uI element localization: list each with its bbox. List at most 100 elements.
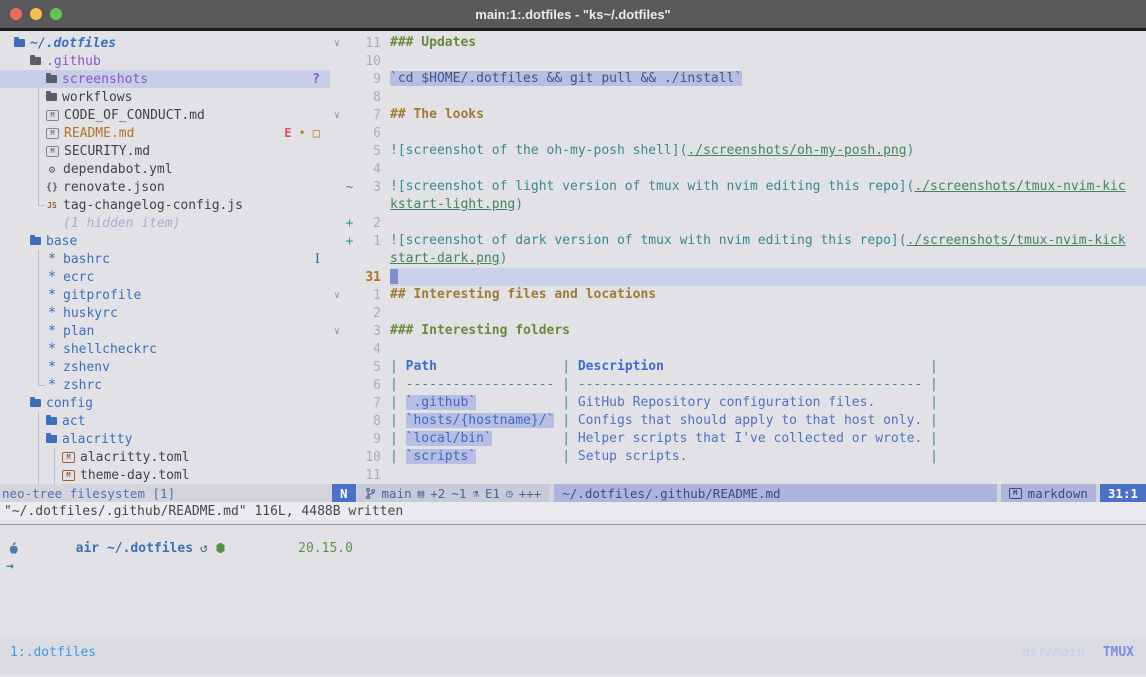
markdown-file-icon: M xyxy=(46,146,59,157)
tree-item-base[interactable]: base xyxy=(0,232,330,250)
editor-line[interactable]: 8 xyxy=(330,88,1146,106)
tree-item-label: zshrc xyxy=(63,378,102,393)
tree-item-config[interactable]: config xyxy=(0,394,330,412)
tree-item-ecrc[interactable]: *ecrc xyxy=(0,268,330,286)
tree-item-zshenv[interactable]: *zshenv xyxy=(0,358,330,376)
text-segment: | xyxy=(554,431,577,446)
editor-line[interactable]: 2 xyxy=(330,304,1146,322)
editor-line[interactable]: 4 xyxy=(330,160,1146,178)
editor-line[interactable]: kstart-light.png) xyxy=(330,196,1146,214)
editor-line[interactable]: ∨11### Updates xyxy=(330,34,1146,52)
fold-chevron-icon[interactable]: ∨ xyxy=(330,110,344,121)
tree-item-label: plan xyxy=(63,324,94,339)
shell-input-line[interactable]: → xyxy=(6,557,1146,575)
editor-line[interactable]: ∨1## Interesting files and locations xyxy=(330,286,1146,304)
statusline-neotree-label: neo-tree filesystem [1] xyxy=(0,484,332,502)
titlebar[interactable]: main:1:.dotfiles - "ks~/.dotfiles" xyxy=(0,0,1146,31)
gitsign-column: + xyxy=(344,216,355,231)
shell-pane[interactable]: air ~/.dotfiles ↺ 20.15.0 → xyxy=(0,525,1146,637)
tmux-window-label[interactable]: 1:.dotfiles xyxy=(10,645,96,660)
tree-item-plan[interactable]: *plan xyxy=(0,322,330,340)
node-version: 20.15.0 xyxy=(215,512,353,584)
line-number: 11 xyxy=(355,468,381,483)
tree-item-readme-md[interactable]: MREADME.mdE•□ xyxy=(0,124,330,142)
folder-icon xyxy=(46,93,57,101)
editor-line[interactable]: ∨7## The looks xyxy=(330,106,1146,124)
tree-item-alacritty[interactable]: alacritty xyxy=(0,430,330,448)
editor-line[interactable]: 7| `.github` | GitHub Repository configu… xyxy=(330,394,1146,412)
square-marker-icon: □ xyxy=(313,126,320,140)
tree-item-alacritty-toml[interactable]: Malacritty.toml xyxy=(0,448,330,466)
line-text: ![screenshot of light version of tmux wi… xyxy=(390,178,1146,196)
tree-item-label: renovate.json xyxy=(63,180,165,195)
editor-line[interactable]: +1![screenshot of dark version of tmux w… xyxy=(330,232,1146,250)
tree-item-gitprofile[interactable]: *gitprofile xyxy=(0,286,330,304)
editor-line[interactable]: ~3![screenshot of light version of tmux … xyxy=(330,178,1146,196)
toml-file-icon: M xyxy=(62,470,75,481)
tree-item-label: dependabot.yml xyxy=(63,162,173,177)
tree-item-security-md[interactable]: MSECURITY.md xyxy=(0,142,330,160)
editor-line[interactable]: start-dark.png) xyxy=(330,250,1146,268)
tree-item-huskyrc[interactable]: *huskyrc xyxy=(0,304,330,322)
editor-line[interactable]: 6| ------------------- | ---------------… xyxy=(330,376,1146,394)
tmux-statusbar: 1:.dotfiles air/main TMUX xyxy=(0,637,1146,674)
tree-item-label: (1 hidden item) xyxy=(63,216,180,231)
git-pending: +++ xyxy=(519,486,542,501)
editor-line[interactable]: 10 xyxy=(330,52,1146,70)
editor-line[interactable]: 5![screenshot of the oh-my-posh shell](.… xyxy=(330,142,1146,160)
editor-line[interactable]: ∨3### Interesting folders xyxy=(330,322,1146,340)
text-segment: Helper scripts that I've collected or wr… xyxy=(578,431,922,446)
tree-item--github[interactable]: .github xyxy=(0,52,330,70)
text-segment: GitHub Repository configuration files. xyxy=(578,395,875,410)
tree-item-zshrc[interactable]: *zshrc xyxy=(0,376,330,394)
fold-chevron-icon[interactable]: ∨ xyxy=(330,326,344,337)
editor-line[interactable]: 10| `scripts` | Setup scripts. | xyxy=(330,448,1146,466)
editor-line[interactable]: +2 xyxy=(330,214,1146,232)
editor-line[interactable]: 31 xyxy=(330,268,1146,286)
text-segment: Description xyxy=(578,359,664,374)
line-text: ## The looks xyxy=(390,106,1146,124)
fold-chevron-icon[interactable]: ∨ xyxy=(330,38,344,49)
tree-item-screenshots[interactable]: screenshots? xyxy=(0,70,330,88)
text-segment: ## Interesting files and locations xyxy=(390,287,656,302)
shell-file-icon: * xyxy=(46,254,58,264)
text-segment: `scripts` xyxy=(406,449,476,464)
tree-item--dotfiles[interactable]: ~/.dotfiles xyxy=(0,34,330,52)
tree-item-theme-day-toml[interactable]: Mtheme-day.toml xyxy=(0,466,330,484)
tree-item-markers: ? xyxy=(312,72,320,87)
text-segment: | xyxy=(554,395,577,410)
editor-line[interactable]: 4 xyxy=(330,340,1146,358)
tree-item-label: screenshots xyxy=(62,72,148,87)
tree-item-renovate-json[interactable]: {}renovate.json xyxy=(0,178,330,196)
line-text: | ------------------- | ----------------… xyxy=(390,376,1146,394)
tmux-right-status: air/main TMUX xyxy=(1022,645,1134,660)
buffer-icon: ▤ xyxy=(418,487,425,500)
text-segment: ## The looks xyxy=(390,107,484,122)
editor-line[interactable]: 8| `hosts/{hostname}/` | Configs that sh… xyxy=(330,412,1146,430)
tree-item-shellcheckrc[interactable]: *shellcheckrc xyxy=(0,340,330,358)
tree-item-code-of-conduct-md[interactable]: MCODE_OF_CONDUCT.md xyxy=(0,106,330,124)
editor-line[interactable]: 5| Path | Description | xyxy=(330,358,1146,376)
statusline-filetype-segment: M markdown xyxy=(1001,484,1096,502)
editor-line[interactable]: 11 xyxy=(330,466,1146,484)
fold-chevron-icon[interactable]: ∨ xyxy=(330,290,344,301)
text-segment: `cd $HOME/.dotfiles && git pull && ./ins… xyxy=(390,71,742,86)
tree-item-tag-changelog-config-js[interactable]: JStag-changelog-config.js xyxy=(0,196,330,214)
node-version-number: 20.15.0 xyxy=(298,541,353,556)
editor-line[interactable]: 6 xyxy=(330,124,1146,142)
editor-line[interactable]: 9`cd $HOME/.dotfiles && git pull && ./in… xyxy=(330,70,1146,88)
line-number: 9 xyxy=(355,432,381,447)
tree-item--1-hidden-item-[interactable]: (1 hidden item) xyxy=(0,214,330,232)
tree-item-dependabot-yml[interactable]: ⚙dependabot.yml xyxy=(0,160,330,178)
shell-file-icon: * xyxy=(46,272,58,282)
neotree-sidebar[interactable]: ~/.dotfiles.githubscreenshots?workflowsM… xyxy=(0,31,330,484)
editor-pane[interactable]: ∨11### Updates109`cd $HOME/.dotfiles && … xyxy=(330,31,1146,484)
text-segment: ) xyxy=(515,197,523,212)
line-number: 2 xyxy=(355,306,381,321)
line-text: `cd $HOME/.dotfiles && git pull && ./ins… xyxy=(390,70,1146,88)
editor-line[interactable]: 9| `local/bin` | Helper scripts that I'v… xyxy=(330,430,1146,448)
tree-item-act[interactable]: act xyxy=(0,412,330,430)
tree-item-workflows[interactable]: workflows xyxy=(0,88,330,106)
tree-item-bashrc[interactable]: *bashrcI xyxy=(0,250,330,268)
line-text: ![screenshot of dark version of tmux wit… xyxy=(390,232,1146,250)
